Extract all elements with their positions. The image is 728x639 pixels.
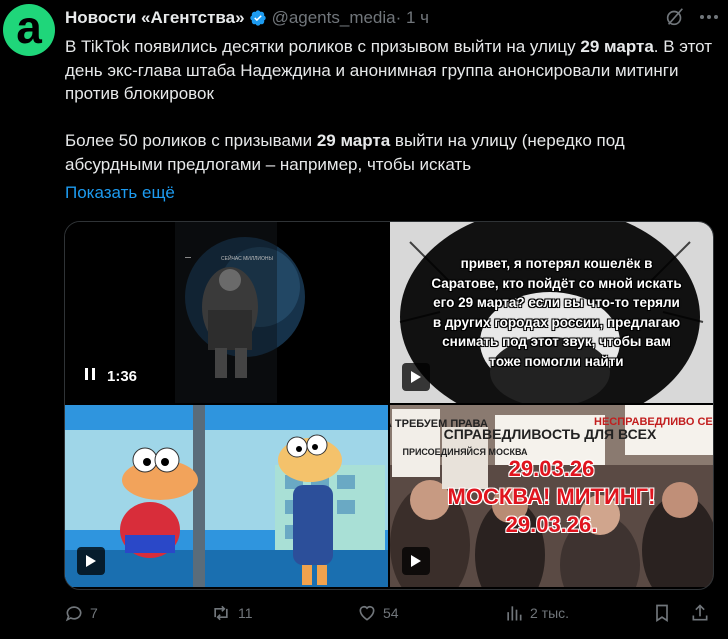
video-3-thumbnail: [65, 405, 388, 587]
heart-icon: [357, 603, 377, 623]
views-button[interactable]: 2 тыс.: [504, 603, 569, 623]
author-handle[interactable]: @agents_media: [272, 8, 396, 28]
post-time[interactable]: · 1 ч: [396, 8, 429, 28]
verified-badge-icon: [249, 9, 267, 27]
play-icon[interactable]: [77, 547, 105, 575]
text-bold: 29 марта: [580, 37, 654, 56]
protest-overlay: 29.03.26 МОСКВА! МИТИНГ! 29.03.26.: [390, 455, 713, 539]
action-bar: 7 11 54 2 тыс.: [60, 600, 718, 626]
retweet-count: 11: [238, 605, 253, 621]
text-fragment: В TikTok появились десятки роликов с при…: [65, 37, 581, 56]
video-3[interactable]: [65, 405, 388, 587]
video-2-caption: привет, я потерял кошелёк в Саратове, кт…: [431, 256, 682, 369]
video-4[interactable]: МОСКВА ТРЕБУЕМ ПРАВА СПРАВЕДЛИВОСТЬ ДЛЯ …: [390, 405, 713, 587]
post-paragraph-1: В TikTok появились десятки роликов с при…: [65, 35, 720, 106]
play-icon[interactable]: [402, 363, 430, 391]
pause-icon[interactable]: [83, 367, 97, 385]
video-1-tiny-caption: СЕЙЧАС МИЛЛИОНЫ: [221, 254, 274, 262]
analytics-icon: [504, 603, 524, 623]
reply-count: 7: [90, 605, 98, 621]
grok-icon[interactable]: [664, 6, 686, 28]
video-duration: 1:36: [107, 367, 138, 385]
avatar[interactable]: a: [3, 4, 55, 56]
text-bold: 29 марта: [316, 131, 391, 150]
bookmark-icon: [652, 603, 672, 623]
reply-button[interactable]: 7: [64, 603, 98, 623]
share-icon: [690, 603, 710, 623]
video-1[interactable]: СЕЙЧАС МИЛЛИОНЫ 1:36: [65, 222, 388, 403]
post-header: Новости «Агентства» @agents_media · 1 ч: [65, 6, 720, 30]
more-options-icon[interactable]: [698, 6, 720, 28]
sign-justice: СПРАВЕДЛИВОСТЬ ДЛЯ ВСЕХ: [444, 426, 657, 442]
post-paragraph-2: Более 50 роликов с призывами 29 марта вы…: [65, 129, 720, 176]
share-button[interactable]: [690, 603, 710, 623]
avatar-letter: a: [16, 1, 42, 53]
retweet-icon: [210, 603, 232, 623]
show-more-link[interactable]: Показать ещё: [65, 183, 175, 203]
protest-line-1: 29.03.26: [508, 456, 595, 481]
views-count: 2 тыс.: [530, 605, 570, 621]
sign-unfair: НЕСПРАВЕДЛИВО СЕЙЧАС: [594, 415, 713, 428]
video-1-controls[interactable]: 1:36: [83, 367, 137, 385]
reply-icon: [64, 603, 84, 623]
bookmark-button[interactable]: [652, 603, 672, 623]
play-icon[interactable]: [402, 547, 430, 575]
video-2[interactable]: привет, я потерял кошелёк в Саратове, кт…: [390, 222, 713, 403]
like-button[interactable]: 54: [357, 603, 399, 623]
protest-line-3: 29.03.26.: [505, 512, 598, 537]
author-name[interactable]: Новости «Агентства»: [65, 8, 245, 28]
retweet-button[interactable]: 11: [210, 603, 253, 623]
protest-line-2: МОСКВА! МИТИНГ!: [447, 484, 656, 509]
media-grid: СЕЙЧАС МИЛЛИОНЫ 1:36 привет, я потерял к…: [64, 221, 714, 590]
like-count: 54: [383, 605, 399, 621]
text-fragment: Более 50 роликов с призывами: [65, 131, 317, 150]
post-text: В TikTok появились десятки роликов с при…: [65, 35, 720, 176]
